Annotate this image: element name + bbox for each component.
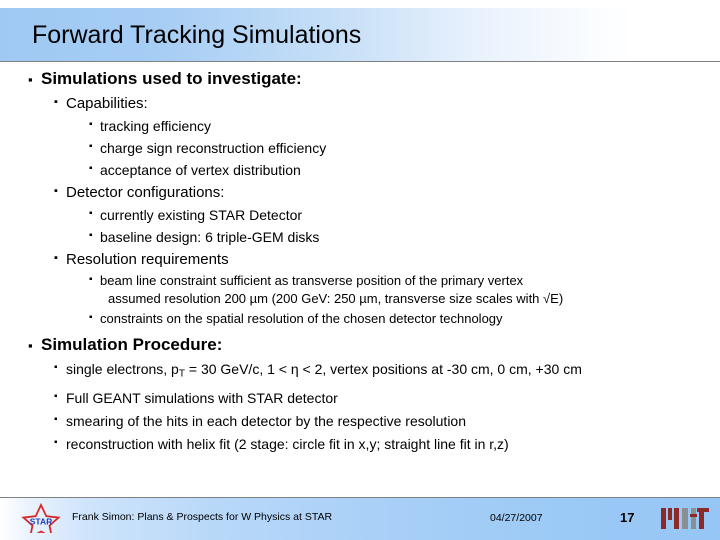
bullet-text-pt: single electrons, pT = 30 GeV/c, 1 < η <… xyxy=(66,359,582,385)
bullet-marker-icon: ▪ xyxy=(54,436,58,448)
bullet-marker-icon: ▪ xyxy=(54,185,58,197)
bullet-level1: ▪ Simulations used to investigate: xyxy=(0,68,720,90)
bullet-text: Simulations used to investigate: xyxy=(41,69,302,88)
bullet-text: currently existing STAR Detector xyxy=(100,207,303,223)
bullet-level2: ▪ Capabilities: xyxy=(0,93,720,114)
bullet-level2: ▪ smearing of the hits in each detector … xyxy=(0,411,720,431)
bullet-marker-icon: ▪ xyxy=(89,312,93,323)
bullet-level3: ▪ baseline design: 6 triple-GEM disks xyxy=(0,227,720,247)
footer-page-number: 17 xyxy=(620,510,635,525)
bullet-text: Capabilities: xyxy=(66,95,148,112)
bullet-marker-icon: ▪ xyxy=(54,252,58,264)
bullet-marker-icon: ▪ xyxy=(54,362,58,373)
bullet-marker-icon: ▪ xyxy=(89,208,93,219)
bullet-text: baseline design: 6 triple-GEM disks xyxy=(100,229,320,245)
bullet-level2: ▪ Resolution requirements xyxy=(0,249,720,270)
bullet-level2: ▪ single electrons, pT = 30 GeV/c, 1 < η… xyxy=(0,359,720,385)
star-logo-icon: STAR xyxy=(21,503,61,533)
footer-date: 04/27/2007 xyxy=(490,512,543,524)
bullet-marker-icon: ▪ xyxy=(89,119,93,130)
bullet-marker-icon: ▪ xyxy=(54,413,58,425)
bullet-text: Detector configurations: xyxy=(66,184,225,201)
bullet-level3: ▪ currently existing STAR Detector xyxy=(0,205,720,225)
bullet-marker-icon: ▪ xyxy=(54,390,58,402)
bullet-text-block: beam line constraint sufficient as trans… xyxy=(100,272,563,308)
bullet-level3: ▪ tracking efficiency xyxy=(0,116,720,136)
bullet-level2: ▪ Full GEANT simulations with STAR detec… xyxy=(0,388,720,408)
bullet-text: smearing of the hits in each detector by… xyxy=(66,412,466,429)
slide-title-bar: Forward Tracking Simulations xyxy=(0,8,720,62)
footer-author-line: Frank Simon: Plans & Prospects for W Phy… xyxy=(72,511,333,523)
bullet-text: Full GEANT simulations with STAR detecto… xyxy=(66,389,338,406)
bullet-level3-wrapped: ▪ beam line constraint sufficient as tra… xyxy=(0,272,720,308)
mit-logo-icon xyxy=(661,508,709,529)
bullet-text: acceptance of vertex distribution xyxy=(100,162,301,178)
bullet-text-pre: single electrons, p xyxy=(66,361,179,377)
bullet-marker-icon: ▪ xyxy=(89,163,93,174)
bullet-text-post: = 30 GeV/c, 1 < η < 2, vertex positions … xyxy=(185,361,582,377)
bullet-level3: ▪ acceptance of vertex distribution xyxy=(0,160,720,180)
bullet-text-line1: beam line constraint sufficient as trans… xyxy=(100,273,524,288)
title-divider xyxy=(0,61,720,62)
bullet-level3: ▪ charge sign reconstruction efficiency xyxy=(0,138,720,158)
bullet-level3: ▪ constraints on the spatial resolution … xyxy=(0,310,720,328)
page-title: Forward Tracking Simulations xyxy=(32,20,362,49)
slide-body: ▪ Simulations used to investigate: ▪ Cap… xyxy=(0,68,720,457)
bullet-level1: ▪ Simulation Procedure: xyxy=(0,334,720,356)
bullet-marker-icon: ▪ xyxy=(28,338,33,353)
bullet-text: Resolution requirements xyxy=(66,251,229,268)
bullet-text: reconstruction with helix fit (2 stage: … xyxy=(66,435,509,452)
bullet-text-line2: assumed resolution 200 µm (200 GeV: 250 … xyxy=(108,291,564,306)
bullet-text: Simulation Procedure: xyxy=(41,335,223,354)
star-logo-label: STAR xyxy=(30,517,53,527)
bullet-level2: ▪ Detector configurations: xyxy=(0,182,720,203)
bullet-marker-icon: ▪ xyxy=(89,274,93,285)
bullet-marker-icon: ▪ xyxy=(54,96,58,108)
bullet-level2: ▪ reconstruction with helix fit (2 stage… xyxy=(0,434,720,454)
bullet-marker-icon: ▪ xyxy=(28,72,33,87)
bullet-marker-icon: ▪ xyxy=(89,230,93,241)
bullet-marker-icon: ▪ xyxy=(89,141,93,152)
bullet-text: constraints on the spatial resolution of… xyxy=(100,311,503,326)
bullet-text: tracking efficiency xyxy=(100,118,212,134)
bullet-text: charge sign reconstruction efficiency xyxy=(100,140,327,156)
